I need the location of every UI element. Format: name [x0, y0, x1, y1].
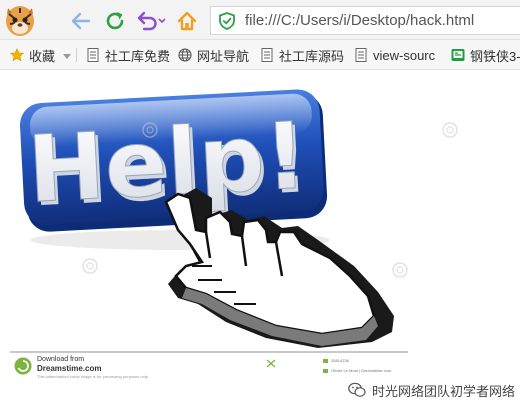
bookmark-label: 网址导航	[197, 48, 250, 64]
home-icon[interactable]	[174, 8, 200, 34]
star-icon	[9, 48, 25, 62]
dreamstime-logo-icon	[14, 357, 32, 375]
image-id-text: 35814238	[331, 358, 349, 363]
bookmark-label: 社工库免费	[105, 48, 171, 64]
bookmark-label: 钢铁侠3-F	[470, 48, 520, 64]
bookmarks-bar: 收藏 社工库免费 网址导航 社工库源码 view-sourc 钢铁侠3-F	[0, 40, 520, 70]
author-text: Olivier Le Moal | Dreamstime.com	[331, 368, 392, 373]
address-bar[interactable]: file:///C:/Users/i/Desktop/hack.html	[210, 6, 520, 35]
page-icon	[354, 48, 368, 62]
wechat-watermark: 时光网络团队初学者网络	[344, 377, 520, 403]
bookmark-favorites[interactable]: 收藏	[9, 46, 72, 64]
undo-dropdown-icon[interactable]	[134, 8, 168, 34]
download-from-text: Download from	[37, 356, 85, 363]
bookmark-item[interactable]: 钢铁侠3-F	[451, 46, 520, 64]
dreamstime-site-text: Dreamstime.com	[37, 364, 102, 373]
url-text[interactable]: file:///C:/Users/i/Desktop/hack.html	[245, 12, 474, 29]
bookmark-label: view-sourc	[373, 47, 436, 63]
bookmark-item[interactable]: 网址导航	[178, 46, 249, 64]
image-id-row: 35814238	[323, 358, 349, 363]
shield-icon	[219, 11, 235, 30]
chevron-down-icon[interactable]	[63, 48, 72, 63]
bookmarks-divider	[76, 48, 77, 62]
page-content: Help! Help! Download from Dreamstime.com…	[0, 70, 520, 411]
wechat-icon	[348, 382, 366, 397]
bookmark-item[interactable]: 社工库免费	[86, 46, 170, 64]
bookmark-label: 收藏	[29, 48, 56, 64]
green-tv-icon	[451, 48, 465, 62]
watermark-disclaimer: This watermarked comp image is for previ…	[37, 374, 149, 379]
page-icon	[86, 48, 100, 62]
refresh-icon[interactable]	[102, 8, 128, 34]
bookmark-label: 社工库源码	[279, 48, 345, 64]
watermark-text: 时光网络团队初学者网络	[372, 383, 516, 399]
globe-icon	[178, 48, 192, 62]
browser-toolbar: file:///C:/Users/i/Desktop/hack.html	[0, 0, 520, 40]
bookmark-item[interactable]: 社工库源码	[260, 46, 344, 64]
page-icon	[260, 48, 274, 62]
tiger-avatar-icon[interactable]	[4, 2, 36, 38]
back-arrow-icon[interactable]	[68, 8, 94, 34]
scissors-icon	[266, 355, 276, 373]
bookmark-item[interactable]: view-sourc	[354, 46, 435, 64]
author-row: Olivier Le Moal | Dreamstime.com	[323, 368, 391, 373]
